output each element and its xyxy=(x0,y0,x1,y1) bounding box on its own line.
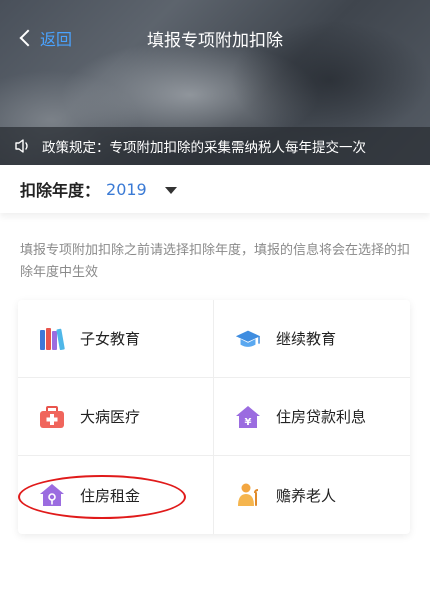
item-label: 住房租金 xyxy=(80,486,141,505)
elderly-person-icon xyxy=(234,481,262,509)
medical-kit-icon xyxy=(38,403,66,431)
house-yen-icon: ¥ xyxy=(234,403,262,431)
house-key-icon xyxy=(38,481,66,509)
year-value: 2019 xyxy=(106,179,147,199)
item-continuing-education[interactable]: 继续教育 xyxy=(214,300,410,378)
header-banner: 返回 填报专项附加扣除 政策规定：专项附加扣除的采集需纳税人每年提交一次 xyxy=(0,0,430,165)
item-label: 大病医疗 xyxy=(80,408,141,426)
item-serious-illness[interactable]: 大病医疗 xyxy=(18,378,214,456)
item-child-education[interactable]: 子女教育 xyxy=(18,300,214,378)
policy-notice: 政策规定：专项附加扣除的采集需纳税人每年提交一次 xyxy=(0,127,430,165)
page-title: 填报专项附加扣除 xyxy=(147,31,283,51)
svg-text:¥: ¥ xyxy=(245,417,252,428)
item-label: 住房贷款利息 xyxy=(276,408,367,426)
speaker-icon xyxy=(14,138,32,154)
item-housing-loan-interest[interactable]: ¥ 住房贷款利息 xyxy=(214,378,410,456)
item-label: 子女教育 xyxy=(80,330,141,348)
graduation-cap-icon xyxy=(234,325,262,353)
item-label: 继续教育 xyxy=(276,330,337,348)
item-label: 赡养老人 xyxy=(276,486,337,505)
nav-bar: 返回 填报专项附加扣除 xyxy=(0,20,430,60)
deduction-grid: 子女教育 继续教育 大病医疗 ¥ 住房贷款利息 住房租金 赡养老人 xyxy=(18,300,410,534)
notice-text: 政策规定：专项附加扣除的采集需纳税人每年提交一次 xyxy=(42,140,366,156)
dropdown-caret-icon xyxy=(164,186,177,194)
books-icon xyxy=(38,325,66,353)
item-housing-rent[interactable]: 住房租金 xyxy=(18,456,214,534)
year-hint: 填报专项附加扣除之前请选择扣除年度，填报的信息将会在选择的扣除年度中生效 xyxy=(20,243,411,280)
item-elderly-support[interactable]: 赡养老人 xyxy=(214,456,410,534)
year-selector[interactable]: 扣除年度： 2019 xyxy=(0,165,430,213)
year-label: 扣除年度： xyxy=(20,181,101,200)
